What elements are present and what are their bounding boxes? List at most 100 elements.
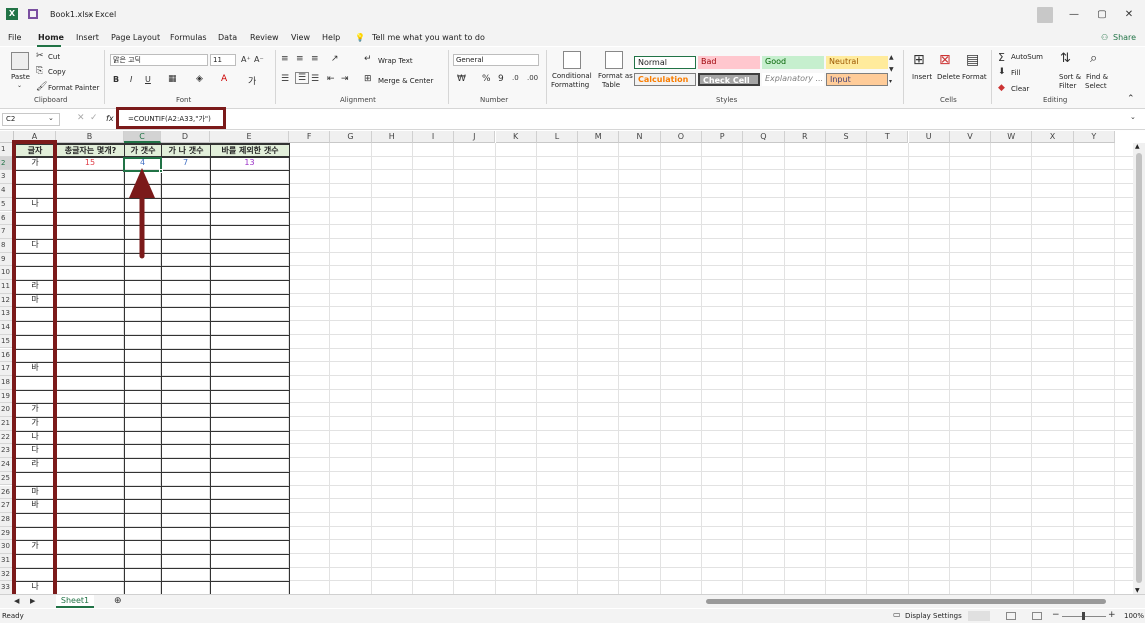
normal-view-icon[interactable] [968,611,990,621]
page-break-view-icon[interactable] [1032,612,1042,620]
number-format-combo[interactable]: General [453,54,539,66]
format-cells-button[interactable]: Format [962,73,987,81]
decrease-indent-icon[interactable]: ⇤ [327,74,335,84]
insert-function-button[interactable]: fx [106,114,114,123]
cell-e1[interactable]: 바를 제외한 갯수 [210,144,290,157]
display-settings-icon[interactable]: ▭ [893,610,901,619]
restore-icon[interactable]: ▢ [1094,7,1110,23]
column-header-d[interactable]: D [161,131,210,143]
decrease-decimal-icon[interactable]: .00 [527,74,538,82]
column-header-y[interactable]: Y [1073,131,1115,143]
styles-scroll-up-icon[interactable]: ▲ [889,54,894,61]
tab-view[interactable]: View [291,33,310,42]
column-header-h[interactable]: H [371,131,413,143]
conditional-formatting-label-2[interactable]: Formatting [551,81,589,89]
column-header-b[interactable]: B [56,131,124,143]
column-header-g[interactable]: G [330,131,372,143]
column-header-l[interactable]: L [536,131,579,143]
account-avatar-icon[interactable] [1037,7,1053,23]
shrink-font-icon[interactable]: A⁻ [254,55,264,64]
font-name-combo[interactable]: 맑은 고딕 [110,54,208,66]
borders-icon[interactable]: ▦ [168,74,177,84]
cancel-icon[interactable]: ✕ [77,113,85,123]
horizontal-scrollbar[interactable] [700,598,1130,605]
style-input[interactable]: Input [826,73,888,86]
bold-button[interactable]: B [113,75,119,84]
column-header-f[interactable]: F [289,131,331,143]
column-header-s[interactable]: S [825,131,868,143]
dropdown-icon[interactable]: ⌄ [17,82,22,89]
styles-more-icon[interactable]: ▾ [889,78,892,85]
format-painter-button[interactable]: Format Painter [48,84,99,92]
style-explanatory[interactable]: Explanatory ... [762,73,824,86]
tab-formulas[interactable]: Formulas [170,33,207,42]
tab-review[interactable]: Review [250,33,279,42]
accounting-icon[interactable]: ₩ [457,74,466,84]
minimize-icon[interactable]: — [1066,7,1082,23]
phonetic-icon[interactable]: 가 [248,74,256,87]
styles-scroll-down-icon[interactable]: ▼ [889,66,894,73]
cut-button[interactable]: Cut [48,53,60,61]
cell-e2[interactable]: 13 [210,158,289,170]
tab-insert[interactable]: Insert [76,33,99,42]
align-top-icon[interactable]: ≡ [281,54,289,64]
column-header-r[interactable]: R [784,131,826,143]
align-bottom-icon[interactable]: ≡ [311,54,319,64]
column-header-w[interactable]: W [991,131,1033,143]
name-box-dropdown-icon[interactable]: ⌄ [48,114,54,122]
column-header-u[interactable]: U [908,131,950,143]
find-select-label-2[interactable]: Select [1085,82,1107,90]
save-icon[interactable] [28,9,38,19]
conditional-formatting-icon[interactable] [563,51,581,69]
prev-sheet-icon[interactable]: ◀ [14,597,19,605]
find-select-icon[interactable]: ⌕ [1090,51,1097,66]
cell-b1[interactable]: 총글자는 몇개? [56,144,125,157]
column-header-m[interactable]: M [578,131,620,143]
clear-icon[interactable]: ◆ [998,83,1005,93]
column-header-x[interactable]: X [1032,131,1074,143]
autosum-button[interactable]: AutoSum [1011,53,1043,61]
cell-b2[interactable]: 15 [56,158,124,170]
format-as-table-label-2[interactable]: Table [602,81,620,89]
increase-indent-icon[interactable]: ⇥ [341,74,349,84]
h-scroll-thumb[interactable] [706,599,1106,604]
display-settings-button[interactable]: Display Settings [905,612,962,620]
delete-cells-icon[interactable]: ⊠ [939,52,951,68]
tab-file[interactable]: File [8,33,21,42]
share-icon[interactable]: ⚇ [1101,33,1108,42]
format-as-table-label-1[interactable]: Format as [598,72,633,80]
enter-icon[interactable]: ✓ [90,113,98,123]
column-header-j[interactable]: J [454,131,496,143]
align-center-icon[interactable]: ☰ [295,72,310,84]
column-header-i[interactable]: I [412,131,455,143]
copy-button[interactable]: Copy [48,68,66,76]
paste-button[interactable]: Paste [11,73,30,81]
sort-filter-label-2[interactable]: Filter [1059,82,1076,90]
sort-filter-icon[interactable]: ⇅ [1060,51,1071,66]
style-good[interactable]: Good [762,56,824,69]
fill-button[interactable]: Fill [1011,69,1020,77]
close-icon[interactable]: ✕ [1121,7,1137,23]
align-left-icon[interactable]: ☰ [281,74,289,84]
merge-center-button[interactable]: Merge & Center [378,77,433,85]
add-sheet-icon[interactable]: ⊕ [114,596,122,606]
zoom-slider-thumb[interactable] [1082,612,1085,620]
find-select-label-1[interactable]: Find & [1086,73,1108,81]
insert-cells-icon[interactable]: ⊞ [913,52,925,68]
fill-color-icon[interactable]: ◈ [196,74,203,84]
underline-button[interactable]: U [145,75,151,84]
scroll-thumb[interactable] [1136,153,1142,583]
insert-cells-button[interactable]: Insert [912,73,932,81]
autosum-icon[interactable]: Σ [998,51,1005,64]
delete-cells-button[interactable]: Delete [937,73,960,81]
vertical-scrollbar[interactable]: ▲ ▼ [1133,143,1145,594]
cell-c1[interactable]: 가 갯수 [124,144,162,157]
column-header-t[interactable]: T [867,131,909,143]
fill-icon[interactable]: ⬇ [998,67,1006,77]
paste-icon[interactable] [11,52,29,70]
collapse-ribbon-icon[interactable]: ⌃ [1127,94,1135,104]
orientation-icon[interactable]: ↗ [331,54,339,64]
next-sheet-icon[interactable]: ▶ [30,597,35,605]
cell-d1[interactable]: 가 나 갯수 [161,144,211,157]
font-size-combo[interactable]: 11 [210,54,236,66]
